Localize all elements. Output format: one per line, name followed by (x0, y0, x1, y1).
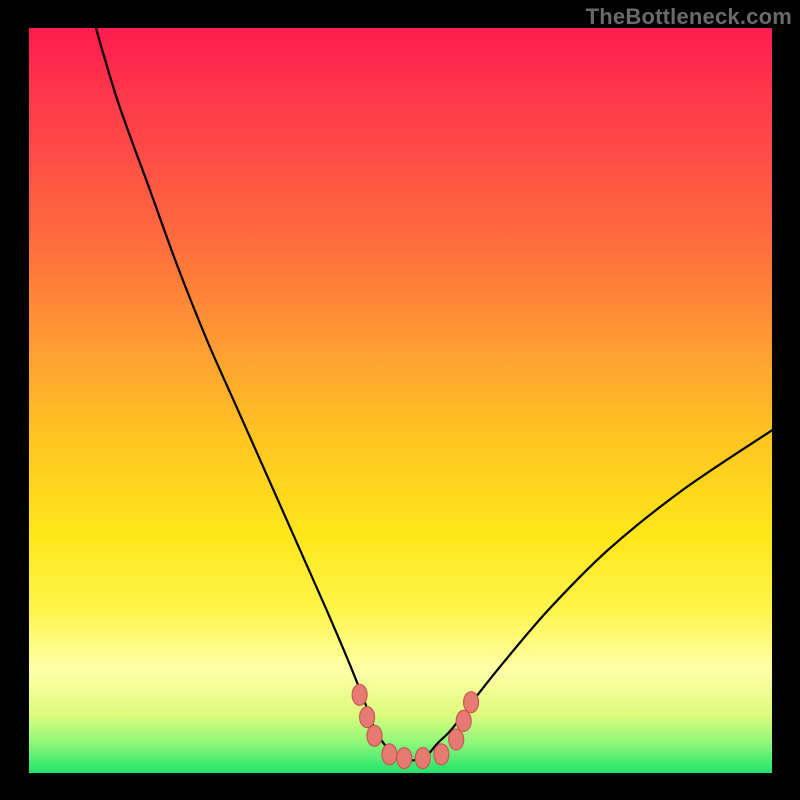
bottleneck-curve (96, 28, 772, 760)
curve-marker (352, 684, 367, 705)
curve-svg (29, 28, 772, 773)
curve-marker (382, 744, 397, 765)
curve-marker (456, 710, 471, 731)
curve-marker (415, 748, 430, 769)
curve-marker (449, 729, 464, 750)
curve-marker (367, 725, 382, 746)
marker-group (352, 684, 479, 768)
chart-frame: TheBottleneck.com (0, 0, 800, 800)
curve-marker (360, 707, 375, 728)
curve-marker (397, 748, 412, 769)
watermark-text: TheBottleneck.com (586, 4, 792, 30)
curve-marker (434, 744, 449, 765)
plot-area (29, 28, 772, 773)
curve-marker (464, 692, 479, 713)
